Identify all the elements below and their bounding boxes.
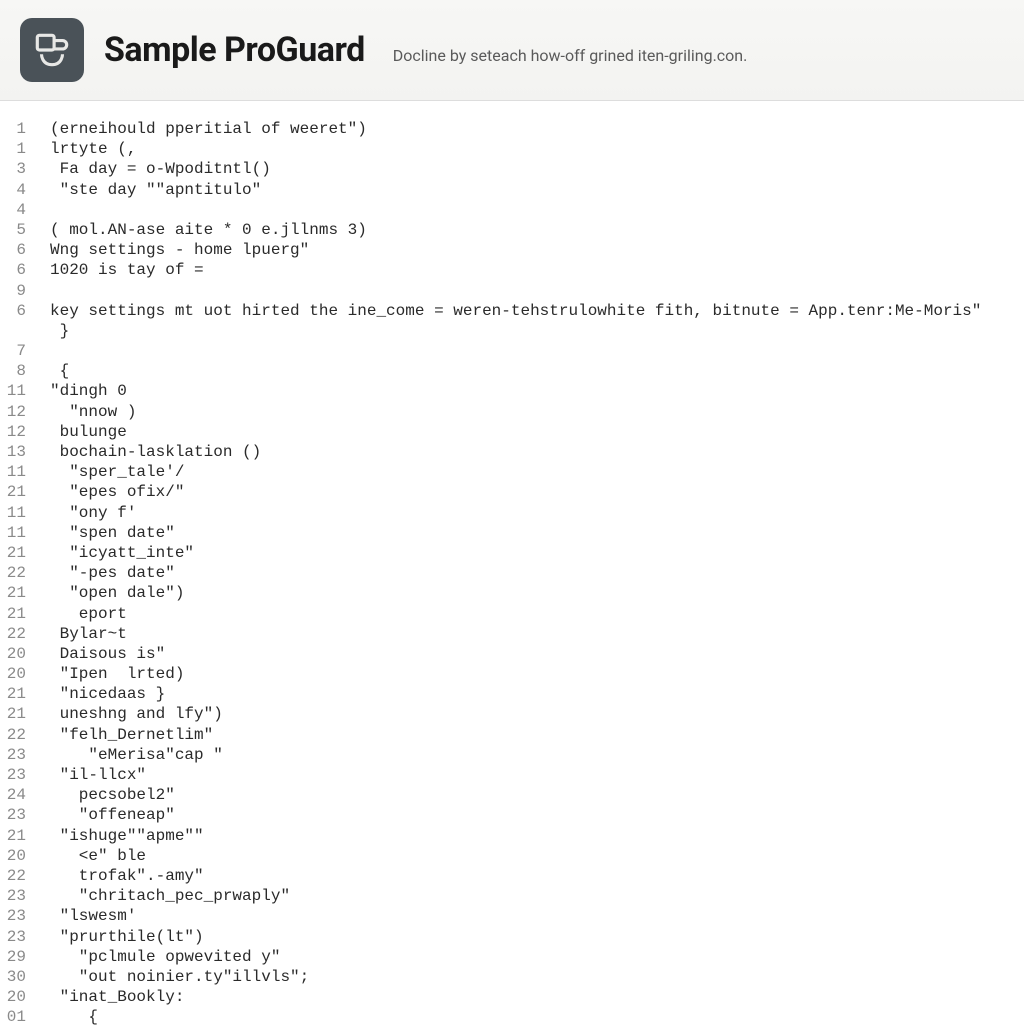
line-number: 21 bbox=[0, 583, 26, 603]
line-number: 5 bbox=[0, 220, 26, 240]
line-number: 9 bbox=[0, 281, 26, 301]
code-line[interactable]: eport bbox=[50, 604, 1024, 624]
line-number: 23 bbox=[0, 927, 26, 947]
code-line[interactable]: ( mol.AN-ase aite * 0 e.jllnms 3) bbox=[50, 220, 1024, 240]
code-line[interactable]: Bylar~t bbox=[50, 624, 1024, 644]
code-line[interactable]: <e" ble bbox=[50, 846, 1024, 866]
code-line[interactable]: "lswesm' bbox=[50, 906, 1024, 926]
line-number: 23 bbox=[0, 745, 26, 765]
line-number: 13 bbox=[0, 442, 26, 462]
code-line[interactable]: "felh_Dernetlim" bbox=[50, 725, 1024, 745]
code-line[interactable]: bulunge bbox=[50, 422, 1024, 442]
line-number: 11 bbox=[0, 381, 26, 401]
code-line[interactable]: "spen date" bbox=[50, 523, 1024, 543]
line-number: 21 bbox=[0, 482, 26, 502]
line-number: 29 bbox=[0, 947, 26, 967]
line-number: 11 bbox=[0, 503, 26, 523]
code-line[interactable]: { bbox=[50, 1007, 1024, 1027]
line-number: 23 bbox=[0, 886, 26, 906]
code-line[interactable]: key settings mt uot hirted the ine_come … bbox=[50, 301, 1024, 321]
code-line[interactable] bbox=[50, 281, 1024, 301]
code-line[interactable]: trofak".-amy" bbox=[50, 866, 1024, 886]
code-line[interactable]: Wng settings - home lpuerg" bbox=[50, 240, 1024, 260]
code-line[interactable]: } bbox=[50, 321, 1024, 341]
line-number: 20 bbox=[0, 846, 26, 866]
line-number: 22 bbox=[0, 624, 26, 644]
line-number: 01 bbox=[0, 1007, 26, 1027]
line-number: 23 bbox=[0, 906, 26, 926]
line-number: 6 bbox=[0, 301, 26, 321]
line-number: 20 bbox=[0, 987, 26, 1007]
line-number: 22 bbox=[0, 563, 26, 583]
code-line[interactable]: "open dale") bbox=[50, 583, 1024, 603]
app-logo-icon bbox=[20, 18, 84, 82]
code-line[interactable]: "pclmule opwevited y" bbox=[50, 947, 1024, 967]
title-block: Sample ProGuard Docline by seteach how-o… bbox=[104, 30, 747, 70]
code-line[interactable]: "inat_Bookly: bbox=[50, 987, 1024, 1007]
code-line[interactable]: lrtyte (, bbox=[50, 139, 1024, 159]
code-line[interactable]: "offeneap" bbox=[50, 805, 1024, 825]
code-line[interactable]: "icyatt_inte" bbox=[50, 543, 1024, 563]
code-line[interactable]: pecsobel2" bbox=[50, 785, 1024, 805]
line-number: 21 bbox=[0, 704, 26, 724]
line-number: 22 bbox=[0, 866, 26, 886]
line-number-gutter: 1134456696781112121311211111212221212220… bbox=[0, 119, 38, 1027]
code-line[interactable]: "il-llcx" bbox=[50, 765, 1024, 785]
code-line[interactable]: "epes ofix/" bbox=[50, 482, 1024, 502]
page-subtitle: Docline by seteach how-off grined iten-g… bbox=[393, 46, 748, 65]
code-line[interactable]: "-pes date" bbox=[50, 563, 1024, 583]
code-line[interactable]: "nicedaas } bbox=[50, 684, 1024, 704]
header: Sample ProGuard Docline by seteach how-o… bbox=[0, 0, 1024, 101]
line-number: 3 bbox=[0, 159, 26, 179]
line-number: 6 bbox=[0, 240, 26, 260]
code-line[interactable]: "prurthile(lt") bbox=[50, 927, 1024, 947]
line-number: 21 bbox=[0, 604, 26, 624]
code-line[interactable] bbox=[50, 341, 1024, 361]
line-number: 21 bbox=[0, 543, 26, 563]
code-line[interactable]: { bbox=[50, 361, 1024, 381]
code-line[interactable]: "Ipen lrted) bbox=[50, 664, 1024, 684]
code-editor[interactable]: 1134456696781112121311211111212221212220… bbox=[0, 101, 1024, 1027]
code-line[interactable]: (erneihould pperitial of weeret") bbox=[50, 119, 1024, 139]
line-number: 20 bbox=[0, 644, 26, 664]
code-line[interactable]: "out noinier.ty"illvls"; bbox=[50, 967, 1024, 987]
line-number bbox=[0, 321, 26, 341]
line-number: 4 bbox=[0, 200, 26, 220]
code-line[interactable]: bochain-lasklation () bbox=[50, 442, 1024, 462]
line-number: 12 bbox=[0, 402, 26, 422]
line-number: 11 bbox=[0, 462, 26, 482]
code-line[interactable]: "dingh 0 bbox=[50, 381, 1024, 401]
line-number: 23 bbox=[0, 805, 26, 825]
line-number: 1 bbox=[0, 119, 26, 139]
line-number: 12 bbox=[0, 422, 26, 442]
line-number: 23 bbox=[0, 765, 26, 785]
code-line[interactable]: 1020 is tay of = bbox=[50, 260, 1024, 280]
line-number: 6 bbox=[0, 260, 26, 280]
code-line[interactable]: "chritach_pec_prwaply" bbox=[50, 886, 1024, 906]
line-number: 30 bbox=[0, 967, 26, 987]
code-line[interactable]: "eMerisa"cap " bbox=[50, 745, 1024, 765]
code-line[interactable]: "sper_tale'/ bbox=[50, 462, 1024, 482]
line-number: 4 bbox=[0, 180, 26, 200]
line-number: 8 bbox=[0, 361, 26, 381]
code-line[interactable]: Daisous is" bbox=[50, 644, 1024, 664]
code-line[interactable]: "ishuge""apme"" bbox=[50, 826, 1024, 846]
code-line[interactable]: "ste day ""apntitulo" bbox=[50, 180, 1024, 200]
line-number: 21 bbox=[0, 684, 26, 704]
code-line[interactable]: "ony f' bbox=[50, 503, 1024, 523]
line-number: 22 bbox=[0, 725, 26, 745]
page-title: Sample ProGuard bbox=[104, 30, 365, 70]
line-number: 1 bbox=[0, 139, 26, 159]
code-line[interactable] bbox=[50, 200, 1024, 220]
line-number: 7 bbox=[0, 341, 26, 361]
line-number: 20 bbox=[0, 664, 26, 684]
code-line[interactable]: uneshng and lfy") bbox=[50, 704, 1024, 724]
line-number: 21 bbox=[0, 826, 26, 846]
line-number: 24 bbox=[0, 785, 26, 805]
code-line[interactable]: Fa day = o-Wpoditntl() bbox=[50, 159, 1024, 179]
code-line[interactable]: "nnow ) bbox=[50, 402, 1024, 422]
code-content[interactable]: (erneihould pperitial of weeret")lrtyte … bbox=[38, 119, 1024, 1027]
line-number: 11 bbox=[0, 523, 26, 543]
